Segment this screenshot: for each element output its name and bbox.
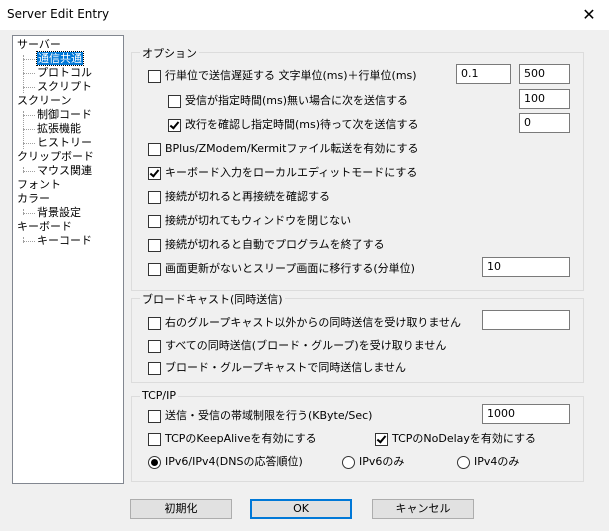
no-recv-checkbox[interactable] xyxy=(168,95,181,108)
group-cast-input[interactable] xyxy=(482,310,570,330)
no-recv-input[interactable]: 100 xyxy=(519,89,570,109)
reconnect-confirm-checkbox[interactable] xyxy=(148,191,161,204)
tree-connector xyxy=(23,59,35,60)
bandwidth-label: 送信・受信の帯域制限を行う(KByte/Sec) xyxy=(165,409,373,422)
tree-item-font[interactable]: フォント xyxy=(17,178,61,191)
tree-item-server[interactable]: サーバー xyxy=(17,38,61,51)
tree-item-comm-common[interactable]: 通信共通 xyxy=(36,51,84,66)
auto-exit-label: 接続が切れると自動でプログラムを終了する xyxy=(165,238,385,251)
settings-tree[interactable]: サーバー 通信共通 プロトコル スクリプト スクリーン 制御コード 拡張機能 ヒ… xyxy=(12,35,124,484)
reset-button[interactable]: 初期化 xyxy=(130,499,232,519)
tree-item-background[interactable]: 背景設定 xyxy=(37,206,81,219)
bandwidth-input[interactable]: 1000 xyxy=(482,404,570,424)
tree-connector xyxy=(23,143,35,144)
window-title: Server Edit Entry xyxy=(7,7,110,21)
sleep-label: 画面更新がないとスリープ画面に移行する(分単位) xyxy=(165,262,415,275)
reject-except-label: 右のグループキャスト以外からの同時送信を受け取りません xyxy=(165,316,462,329)
reject-all-checkbox[interactable] xyxy=(148,340,161,353)
tree-item-control-code[interactable]: 制御コード xyxy=(37,108,92,121)
tree-item-keycode[interactable]: キーコード xyxy=(37,234,92,247)
tree-connector xyxy=(23,171,35,172)
nodelay-checkbox[interactable] xyxy=(375,433,388,446)
ip-mode-radio-ipv6[interactable] xyxy=(342,456,355,469)
wait-newline-label: 改行を確認し指定時間(ms)待って次を送信する xyxy=(185,118,419,131)
ip-mode-radio-ipv4[interactable] xyxy=(457,456,470,469)
tree-connector xyxy=(23,167,24,173)
bplus-checkbox[interactable] xyxy=(148,143,161,156)
no-recv-label: 受信が指定時間(ms)無い場合に次を送信する xyxy=(185,94,409,107)
wait-newline-checkbox[interactable] xyxy=(168,119,181,132)
nodelay-label: TCPのNoDelayを有効にする xyxy=(392,432,537,445)
line-delay-label: 行単位で送信遅延する 文字単位(ms)＋行単位(ms) xyxy=(165,69,417,82)
char-delay-input[interactable]: 0.1 xyxy=(456,64,511,84)
cancel-button[interactable]: キャンセル xyxy=(372,499,474,519)
tree-connector xyxy=(23,73,35,74)
tree-item-screen[interactable]: スクリーン xyxy=(17,94,71,107)
keepalive-label: TCPのKeepAliveを有効にする xyxy=(165,432,317,445)
auto-exit-checkbox[interactable] xyxy=(148,239,161,252)
tree-item-color[interactable]: カラー xyxy=(17,192,50,205)
tree-connector xyxy=(23,129,35,130)
broadcast-group-title: ブロードキャスト(同時送信) xyxy=(140,291,285,307)
tree-item-extensions[interactable]: 拡張機能 xyxy=(37,122,81,135)
reject-all-label: すべての同時送信(ブロード・グループ)を受け取りません xyxy=(165,339,447,352)
local-edit-checkbox[interactable] xyxy=(148,167,161,180)
keepalive-checkbox[interactable] xyxy=(148,433,161,446)
local-edit-label: キーボード入力をローカルエディットモードにする xyxy=(165,166,418,179)
close-icon[interactable]: ✕ xyxy=(578,4,600,26)
reconnect-confirm-label: 接続が切れると再接続を確認する xyxy=(165,190,330,203)
tree-item-script[interactable]: スクリプト xyxy=(37,80,92,93)
ip-mode-ipv6-label: IPv6のみ xyxy=(359,455,405,468)
tree-item-keyboard[interactable]: キーボード xyxy=(17,220,72,233)
options-group-title: オプション xyxy=(140,45,199,61)
tree-connector xyxy=(23,241,35,242)
line-delay-checkbox[interactable] xyxy=(148,70,161,83)
tree-connector xyxy=(23,115,35,116)
tcpip-group-title: TCP/IP xyxy=(140,389,178,402)
bandwidth-checkbox[interactable] xyxy=(148,410,161,423)
ok-button[interactable]: OK xyxy=(250,499,352,519)
tree-connector xyxy=(23,213,35,214)
bplus-label: BPlus/ZModem/Kermitファイル転送を有効にする xyxy=(165,142,419,155)
tree-item-clipboard[interactable]: クリップボード xyxy=(17,150,94,163)
no-send-checkbox[interactable] xyxy=(148,362,161,375)
ip-mode-radio-dual[interactable] xyxy=(148,456,161,469)
tree-connector xyxy=(23,237,24,243)
tree-connector xyxy=(23,87,35,88)
title-bar[interactable]: Server Edit Entry ✕ xyxy=(0,0,609,30)
reject-except-checkbox[interactable] xyxy=(148,317,161,330)
sleep-input[interactable]: 10 xyxy=(482,257,570,277)
ip-mode-ipv4-label: IPv4のみ xyxy=(474,455,520,468)
keep-window-checkbox[interactable] xyxy=(148,215,161,228)
tree-item-mouse[interactable]: マウス関連 xyxy=(37,164,92,177)
tree-item-protocol[interactable]: プロトコル xyxy=(37,66,92,79)
ip-mode-dual-label: IPv6/IPv4(DNSの応答順位) xyxy=(165,455,303,468)
wait-newline-input[interactable]: 0 xyxy=(519,113,570,133)
sleep-checkbox[interactable] xyxy=(148,263,161,276)
tree-connector xyxy=(23,209,24,215)
keep-window-label: 接続が切れてもウィンドウを閉じない xyxy=(165,214,352,227)
tree-item-history[interactable]: ヒストリー xyxy=(37,136,92,149)
no-send-label: ブロード・グループキャストで同時送信しません xyxy=(165,361,407,374)
line-delay-input[interactable]: 500 xyxy=(519,64,570,84)
